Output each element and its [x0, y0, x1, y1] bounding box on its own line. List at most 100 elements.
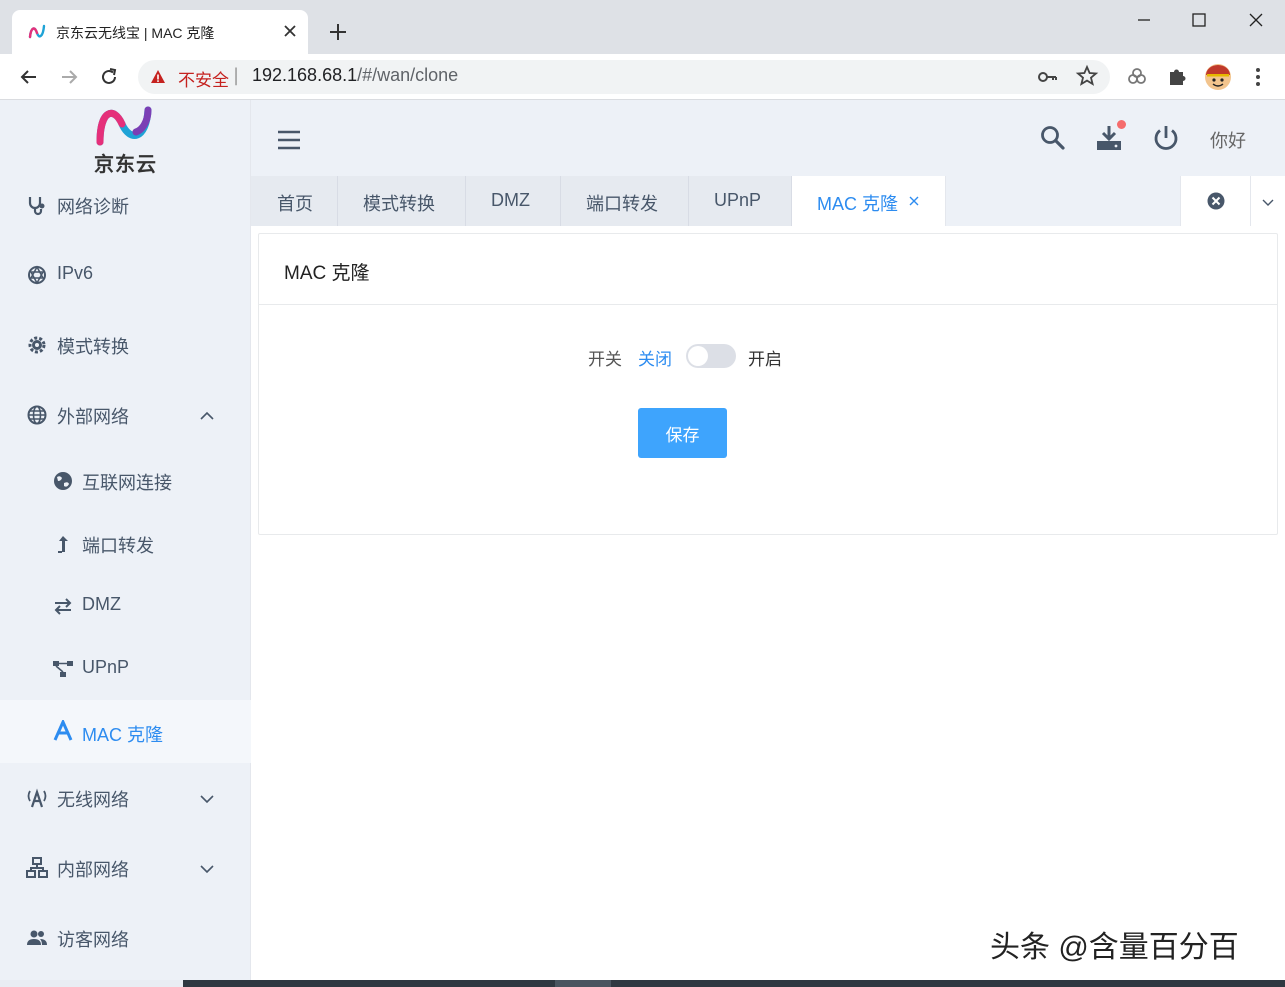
lan-icon [26, 857, 48, 878]
stethoscope-icon [28, 197, 45, 216]
hamburger-menu-icon[interactable] [275, 127, 303, 155]
card-title: MAC 克隆 [284, 263, 370, 284]
insecure-label: 不安全 [178, 71, 229, 90]
puzzle-icon[interactable] [1165, 64, 1189, 88]
tab-label: 模式转换 [363, 194, 435, 214]
sidebar-item-external-network[interactable]: 外部网络 [0, 393, 251, 437]
chevron-down-icon [200, 795, 214, 804]
sidebar-item-label: 模式转换 [57, 337, 129, 357]
close-all-tabs-button[interactable] [1180, 176, 1250, 226]
taskbar-left [0, 980, 183, 987]
arrow-up-icon [58, 536, 68, 553]
sidebar-item-port-forwarding[interactable]: 端口转发 [0, 522, 251, 566]
sidebar-item-label: 端口转发 [82, 536, 154, 556]
search-icon[interactable] [1039, 124, 1067, 152]
earth-icon [54, 472, 72, 490]
url-text[interactable]: 192.168.68.1/#/wan/clone [252, 65, 458, 86]
chevron-down-icon [200, 865, 214, 874]
app-header [251, 100, 1285, 176]
star-icon[interactable] [1075, 64, 1099, 88]
url-separator: | [233, 65, 240, 86]
key-icon[interactable] [1035, 65, 1059, 89]
users-icon [27, 930, 47, 945]
switch-on-label: 开启 [748, 350, 782, 369]
sidebar-item-mode-switch[interactable]: 模式转换 [0, 323, 251, 367]
gear-icon [28, 336, 46, 354]
close-icon[interactable] [907, 194, 921, 208]
new-tab-icon[interactable] [326, 20, 350, 44]
sidebar-item-label: DMZ [82, 594, 121, 614]
chevron-up-icon [200, 411, 214, 420]
globe-icon [27, 405, 47, 425]
tab-label: UPnP [714, 190, 762, 210]
taskbar [183, 980, 1285, 987]
address-bar[interactable]: 不安全 | 192.168.68.1/#/wan/clone [138, 60, 1110, 94]
sidebar-item-mac-clone[interactable]: MAC 克隆 [0, 700, 251, 763]
browser-tab-title: 京东云无线宝 | MAC 克隆 [56, 25, 215, 41]
logo-mark-icon [96, 106, 152, 146]
maximize-icon[interactable] [1185, 8, 1213, 32]
switch-off-label: 关闭 [638, 350, 672, 369]
close-circle-icon [1207, 192, 1225, 210]
tab-mode-switch[interactable]: 模式转换 [338, 176, 466, 226]
jd-cloud-logo[interactable]: 京东云 [92, 102, 158, 176]
power-icon[interactable] [1152, 124, 1180, 152]
save-button[interactable]: 保存 [638, 408, 727, 458]
sidebar-item-label: 互联网连接 [82, 473, 172, 493]
taskbar-highlight [555, 980, 611, 987]
antenna-icon [27, 788, 47, 808]
letter-a-icon [53, 720, 73, 741]
sidebar-item-internal-network[interactable]: 内部网络 [0, 846, 251, 890]
tab-label: DMZ [491, 190, 530, 210]
sidebar-item-label: IPv6 [57, 263, 94, 283]
sidebar-item-upnp[interactable]: UPnP [0, 647, 251, 691]
window-close-icon[interactable] [1242, 8, 1270, 32]
avatar[interactable] [1204, 63, 1232, 91]
tab-home[interactable]: 首页 [251, 176, 338, 226]
user-greeting[interactable]: 你好 [1210, 127, 1246, 153]
tab-port-forwarding[interactable]: 端口转发 [561, 176, 689, 226]
tab-label: MAC 克隆 [817, 194, 898, 214]
card-divider [258, 304, 1278, 305]
sidebar-item-dmz[interactable]: DMZ [0, 584, 251, 628]
extension-link-icon[interactable] [1125, 65, 1149, 89]
warning-icon [151, 70, 165, 83]
watermark: 头条 @含量百分百 [990, 931, 1239, 964]
network-icon [28, 265, 46, 285]
tab-upnp[interactable]: UPnP [689, 176, 792, 226]
url-host: 192.168.68.1 [252, 65, 358, 85]
sidebar-item-network-diagnosis[interactable]: 网络诊断 [0, 183, 251, 227]
sidebar-item-ipv6[interactable]: IPv6 [0, 253, 251, 297]
tab-dmz[interactable]: DMZ [466, 176, 561, 226]
topology-icon [53, 661, 73, 677]
sidebar-item-label: 内部网络 [57, 860, 129, 880]
logo-text: 京东云 [94, 154, 157, 176]
sidebar-item-label: 无线网络 [57, 790, 129, 810]
sidebar-item-internet-connection[interactable]: 互联网连接 [0, 459, 251, 503]
sidebar-item-wireless-network[interactable]: 无线网络 [0, 776, 251, 820]
menu-dots-icon[interactable] [1246, 65, 1270, 89]
tab-mac-clone[interactable]: MAC 克隆 [792, 176, 946, 226]
minimize-icon[interactable] [1130, 8, 1158, 32]
tab-label: 首页 [277, 194, 313, 214]
sidebar-item-label: MAC 克隆 [82, 725, 163, 745]
back-arrow-icon[interactable] [17, 65, 41, 89]
browser-tab[interactable]: 京东云无线宝 | MAC 克隆 [12, 10, 308, 54]
sidebar-item-label: 访客网络 [57, 930, 129, 950]
close-icon[interactable] [280, 21, 300, 41]
jd-cloud-favicon [28, 24, 46, 39]
sidebar-item-label: 网络诊断 [57, 197, 129, 217]
swap-icon [54, 598, 72, 615]
switch-label: 开关 [588, 350, 622, 369]
sidebar-item-label: 外部网络 [57, 407, 129, 427]
chevron-down-icon [1262, 199, 1274, 206]
reload-icon[interactable] [97, 65, 121, 89]
mac-clone-toggle[interactable] [686, 344, 736, 368]
forward-arrow-icon[interactable] [57, 65, 81, 89]
toggle-knob [688, 346, 708, 366]
notification-dot [1117, 120, 1126, 129]
tabs-dropdown-button[interactable] [1250, 176, 1285, 226]
sidebar-item-guest-network[interactable]: 访客网络 [0, 916, 251, 960]
url-path: /#/wan/clone [357, 65, 459, 85]
mac-clone-card [258, 233, 1278, 535]
